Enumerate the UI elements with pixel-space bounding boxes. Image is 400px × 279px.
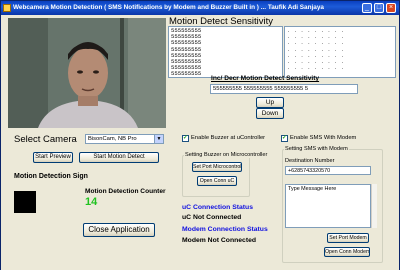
title-bar[interactable]: Webcamera Motion Detection ( SMS Notific… <box>1 1 399 15</box>
buzzer-enable-label: Enable Buzzer at uController <box>191 135 266 141</box>
app-window: Webcamera Motion Detection ( SMS Notific… <box>0 0 400 279</box>
window-title: Webcamera Motion Detection ( SMS Notific… <box>13 4 324 11</box>
window-bottom-edge <box>0 270 400 279</box>
message-textarea[interactable]: Type Message Here <box>285 184 371 228</box>
incdec-title: Inc/ Decr Motion Detect Sensitivity <box>211 75 320 82</box>
sensitivity-matrix[interactable]: 555555555 555555555 555555555 555555555 … <box>168 26 283 78</box>
sms-group-title: Setting SMS with Modem <box>284 146 349 152</box>
destination-label: Destination Number <box>285 158 335 164</box>
webcam-preview <box>8 18 166 128</box>
uc-status-value: uC Not Connected <box>182 214 242 221</box>
open-conn-uc-button[interactable]: Open Conn uC <box>197 176 237 186</box>
webcam-frame-image <box>8 18 166 128</box>
motion-sign-label: Motion Detection Sign <box>14 173 88 180</box>
buzzer-group-title: Setting Buzzer on Microcontroller <box>184 152 269 158</box>
set-port-modem-button[interactable]: Set Port Modem <box>327 233 369 243</box>
maximize-icon[interactable]: □ <box>374 3 384 13</box>
modem-status-value: Modem Not Connected <box>182 237 257 244</box>
motion-grid-display: . . . . . . . . . . . . . . . . . . . . … <box>284 26 396 78</box>
sms-enable-label: Enable SMS With Modem <box>290 135 357 141</box>
motion-sign-indicator <box>14 191 36 213</box>
motion-counter-value: 14 <box>85 196 98 208</box>
close-application-button[interactable]: Close Application <box>83 223 155 237</box>
minimize-icon[interactable]: _ <box>362 3 372 13</box>
open-conn-modem-button[interactable]: Open Conn Modem <box>324 247 370 257</box>
modem-status-title: Modem Connection Status <box>182 226 268 233</box>
chevron-down-icon[interactable]: ▼ <box>154 135 163 143</box>
start-preview-button[interactable]: Start Preview <box>33 152 73 163</box>
select-camera-label: Select Camera <box>14 134 77 145</box>
buzzer-enable-checkbox[interactable]: ✓ <box>182 135 189 142</box>
message-scrollbar[interactable] <box>371 184 377 228</box>
sensitivity-value-field[interactable]: 555555555 555555555 555555555 5 <box>210 84 358 94</box>
set-port-microcontroller-button[interactable]: Set Port Microcontroller <box>192 162 242 172</box>
sms-enable-checkbox[interactable]: ✓ <box>281 135 288 142</box>
uc-status-title: uC Connection Status <box>182 204 253 211</box>
start-motion-detect-button[interactable]: Start Motion Detect <box>79 152 159 163</box>
camera-select-value: BisonCam, NB Pro <box>88 136 137 142</box>
close-icon[interactable]: × <box>386 3 396 13</box>
down-button[interactable]: Down <box>256 108 284 119</box>
motion-counter-label: Motion Detection Counter <box>85 188 166 195</box>
camera-select[interactable]: BisonCam, NB Pro ▼ <box>85 134 164 144</box>
app-icon <box>3 4 11 12</box>
up-button[interactable]: Up <box>256 97 284 108</box>
destination-number-field[interactable]: +6285743320570 <box>285 166 371 175</box>
